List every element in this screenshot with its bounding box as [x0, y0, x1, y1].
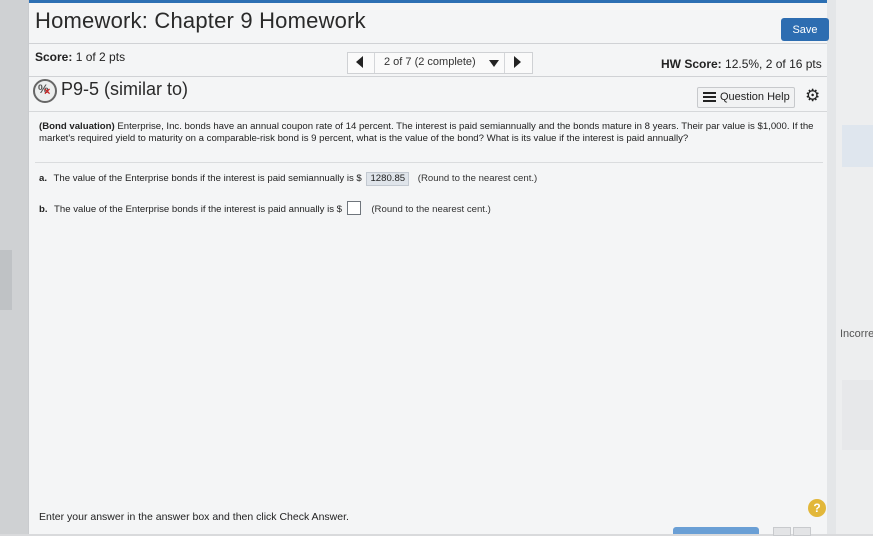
part-b: b. The value of the Enterprise bonds if …	[39, 201, 491, 215]
problem-statement: (Bond valuation) Enterprise, Inc. bonds …	[39, 121, 819, 144]
score-label: Score:	[35, 50, 73, 64]
left-edge-band	[0, 250, 12, 310]
part-a-hint: (Round to the nearest cent.)	[417, 173, 538, 184]
question-position-dropdown[interactable]: 2 of 7 (2 complete)	[384, 56, 476, 68]
part-a: a. The value of the Enterprise bonds if …	[39, 172, 537, 186]
score-value: 1 of 2 pts	[75, 50, 126, 64]
part-a-letter: a.	[39, 173, 48, 184]
problem-text: Enterprise, Inc. bonds have an annual co…	[39, 121, 814, 144]
chevron-down-icon[interactable]	[489, 60, 499, 67]
part-b-answer-field[interactable]	[346, 201, 361, 215]
help-icon[interactable]: ?	[808, 499, 826, 517]
footer-nav-button[interactable]	[793, 527, 811, 536]
nav-separator	[504, 53, 505, 73]
problem-divider	[35, 162, 823, 163]
left-background-edge	[0, 0, 28, 534]
page-title: Homework: Chapter 9 Homework	[35, 8, 366, 33]
nav-separator	[374, 53, 375, 73]
previous-question-icon[interactable]	[356, 56, 363, 68]
save-button[interactable]: Save	[781, 18, 829, 41]
question-help-button[interactable]: Question Help	[697, 87, 795, 108]
question-title: P9-5 (similar to)	[61, 79, 189, 99]
question-divider	[29, 111, 827, 112]
part-b-text: The value of the Enterprise bonds if the…	[54, 204, 343, 215]
question-navigator: 2 of 7 (2 complete)	[347, 52, 533, 74]
hw-score-value: 12.5%, 2 of 16 pts	[725, 57, 822, 71]
right-edge-band	[842, 380, 873, 450]
gear-icon[interactable]: ⚙	[805, 87, 820, 105]
next-question-icon[interactable]	[514, 56, 521, 68]
part-a-answer-field[interactable]: 1280.85	[366, 172, 410, 186]
partial-credit-icon: % ×	[33, 79, 57, 103]
hw-score-label: HW Score:	[661, 57, 722, 71]
subheader-divider	[29, 76, 827, 77]
footer-nav-button[interactable]	[773, 527, 791, 536]
problem-topic: (Bond valuation)	[39, 121, 115, 132]
check-answer-button[interactable]	[673, 527, 759, 534]
header-divider	[29, 43, 827, 44]
right-edge-highlight	[842, 125, 873, 167]
right-edge-strip	[836, 0, 873, 534]
part-a-text: The value of the Enterprise bonds if the…	[53, 173, 362, 184]
part-b-letter: b.	[39, 204, 48, 215]
top-accent-line	[29, 0, 827, 3]
part-b-hint: (Round to the nearest cent.)	[371, 204, 491, 215]
homework-panel: Homework: Chapter 9 Homework Save Score:…	[28, 0, 829, 536]
score-display: Score: 1 of 2 pts	[35, 50, 125, 64]
question-help-label: Question Help	[720, 91, 790, 103]
list-icon	[703, 92, 716, 102]
incorrect-x-icon: ×	[44, 86, 51, 98]
instruction-text: Enter your answer in the answer box and …	[39, 511, 349, 523]
hw-score-display: HW Score: 12.5%, 2 of 16 pts	[661, 57, 822, 71]
right-background-edge: Incorre	[826, 0, 873, 534]
incorrect-side-tab[interactable]: Incorre	[840, 328, 873, 346]
